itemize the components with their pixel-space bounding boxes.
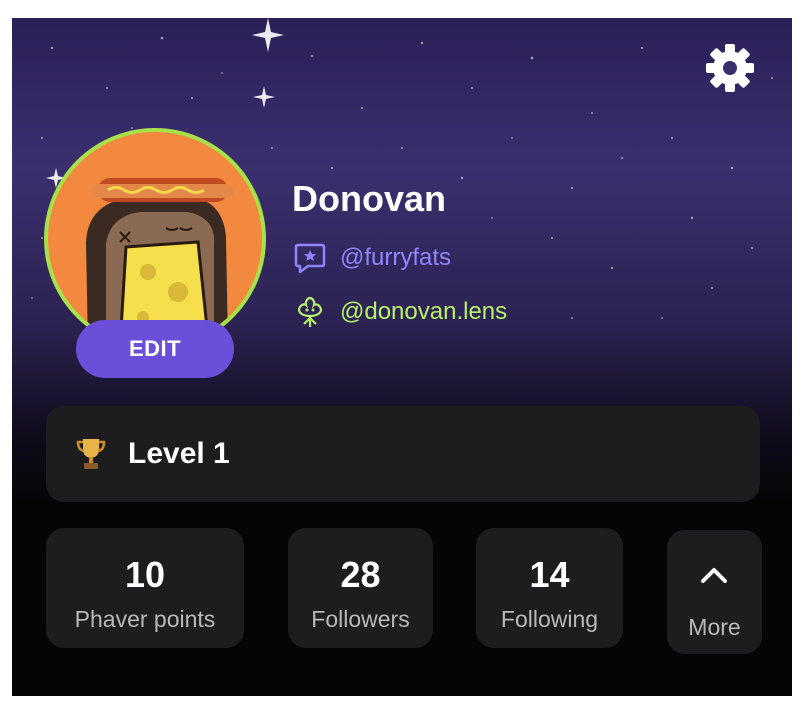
more-label: More [688,614,741,640]
stat-label: Followers [311,606,410,632]
gear-icon[interactable] [702,40,758,96]
level-card[interactable]: Level 1 [46,406,760,502]
lens-handle-row[interactable]: @donovan.lens [292,294,507,330]
stat-value: 28 [340,554,381,595]
trophy-icon [76,439,106,469]
more-button[interactable]: More [667,530,762,654]
stat-value: 14 [529,554,570,595]
edit-profile-button[interactable]: EDIT [76,320,234,378]
avatar-image [48,132,262,346]
stat-value: 10 [124,554,166,595]
chevron-up-icon [701,568,727,583]
avatar[interactable] [44,128,266,350]
profile-name: Donovan [292,178,447,219]
level-label: Level 1 [128,437,230,470]
stat-followers[interactable]: 28 Followers [288,528,433,648]
profile-screen: EDIT Donovan @furryfats @donovan.lens Le… [12,18,792,696]
phaver-handle-row[interactable]: @furryfats [292,240,451,276]
stat-label: Following [500,606,599,632]
stat-label: Phaver points [74,606,216,632]
stat-following[interactable]: 14 Following [476,528,623,648]
lens-handle: @donovan.lens [340,298,508,325]
stat-phaver-points[interactable]: 10 Phaver points [46,528,244,648]
phaver-handle: @furryfats [340,244,452,271]
lens-flower-icon [297,296,323,327]
phaver-star-bubble-icon [294,243,326,274]
